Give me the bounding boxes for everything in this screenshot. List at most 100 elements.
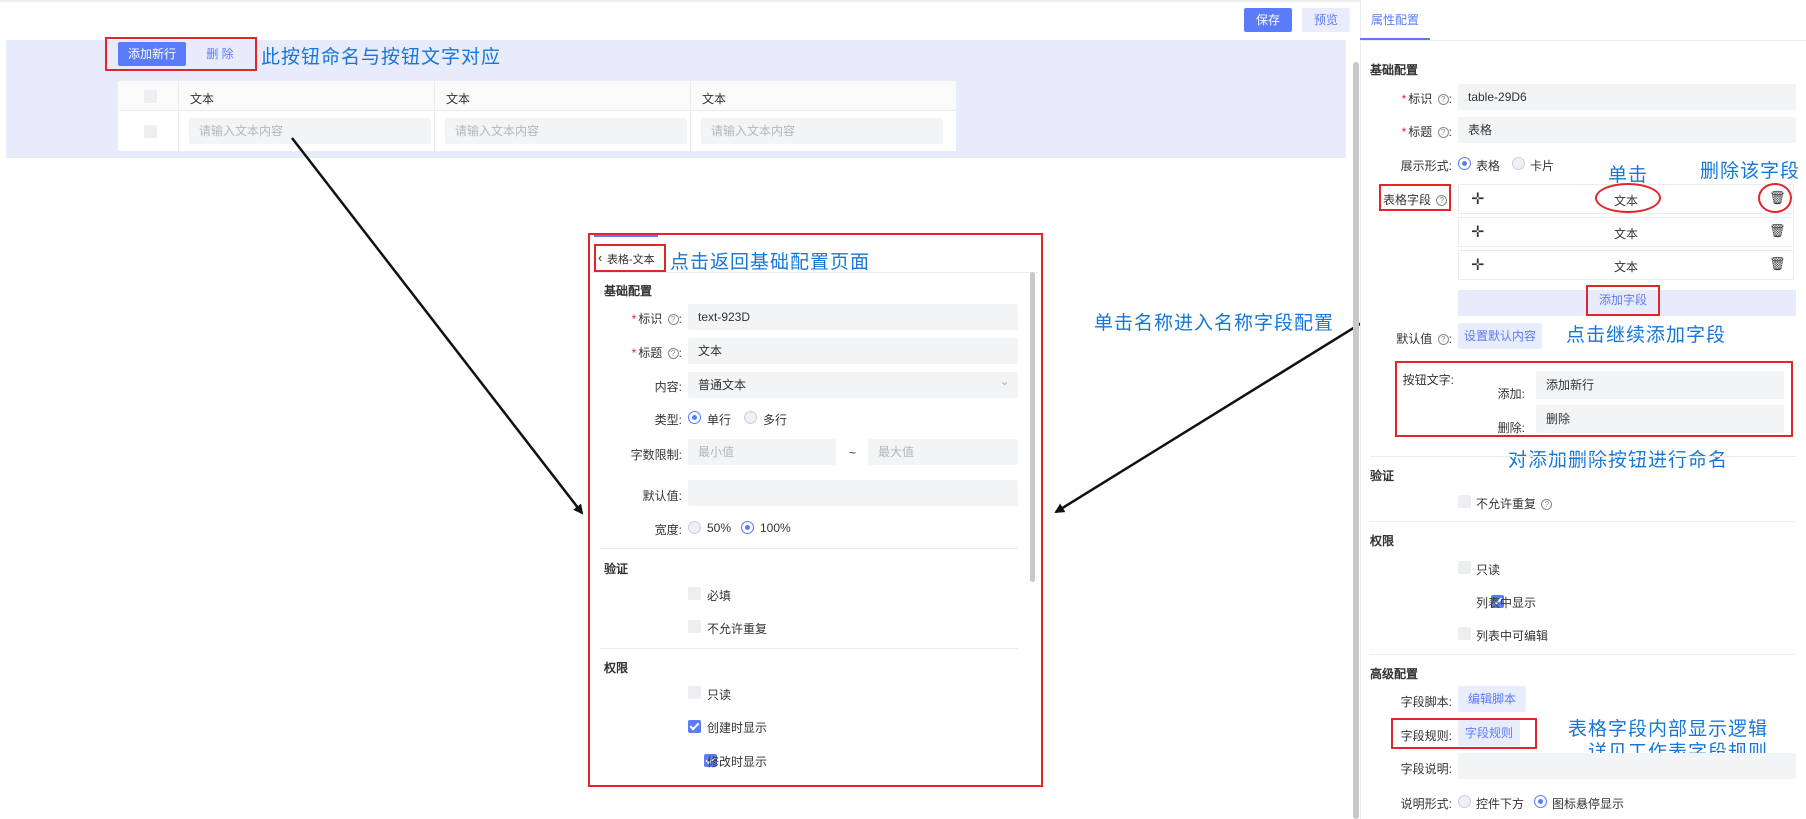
highlight-delete-icon [1758,183,1792,213]
readonly-checkbox[interactable] [688,686,701,699]
type-single-radio[interactable] [688,411,701,424]
trash-icon[interactable]: 🗑 [1769,223,1786,239]
drag-handle-icon[interactable]: ✛ [1471,189,1484,209]
display-table-label: 表格 [1476,159,1501,173]
add-text-input[interactable]: 添加新行 [1536,371,1784,399]
script-label: 字段脚本: [1400,695,1452,709]
required-checkbox[interactable] [688,587,701,600]
divider-perm [600,648,1018,649]
right-readonly-label: 只读 [1476,563,1501,577]
right-section-basic: 基础配置 [1370,63,1419,77]
right-divider-advanced [1370,654,1796,655]
right-no-duplicate-checkbox[interactable] [1458,495,1471,508]
edit-script-button[interactable]: 编辑脚本 [1458,686,1526,712]
desc-below-radio[interactable] [1458,795,1471,808]
display-card-label: 卡片 [1530,159,1555,173]
title-input[interactable]: 文本 [688,338,1018,364]
back-label: 表格-文本 [607,254,655,266]
type-multi-label: 多行 [763,413,788,427]
panel-scrollbar[interactable] [1030,272,1035,582]
width-50-radio[interactable] [688,521,701,534]
desc-label: 字段说明: [1400,762,1452,776]
tab-divider [1360,40,1806,41]
no-duplicate-label: 不允许重复 [707,622,768,636]
type-multi-radio[interactable] [744,411,757,424]
right-id-label: * 标识 ?: [1401,92,1452,106]
right-title-input[interactable]: 表格 [1458,117,1796,143]
right-readonly-checkbox[interactable] [1458,561,1471,574]
width-label: 宽度: [654,523,682,537]
width-100-label: 100% [760,521,791,535]
button-text-label: 按钮文字: [1402,373,1454,387]
default-input[interactable] [688,480,1018,506]
divider-validate [600,548,1018,549]
annotation-back: 点击返回基础配置页面 [670,252,871,273]
section-validate: 验证 [604,562,629,576]
id-input[interactable]: text-923D [688,304,1018,330]
add-field-button[interactable]: 添加字段 [1586,285,1660,316]
section-permission: 权限 [604,661,629,675]
drag-handle-icon[interactable]: ✛ [1471,255,1484,275]
default-label: 默认值: [642,489,682,503]
type-single-label: 单行 [707,413,732,427]
set-default-button[interactable]: 设置默认内容 [1458,323,1542,349]
id-label: * 标识 ?: [631,312,682,326]
title-label: * 标题 ?: [631,346,682,360]
annotation-delete-field: 删除该字段 [1700,161,1801,182]
display-table-radio[interactable] [1458,157,1471,170]
tab-property-config[interactable]: 属性配置 [1360,0,1430,40]
panel-tab-underline [594,235,658,237]
edit-in-list-label: 列表中可编辑 [1476,629,1549,643]
required-label: 必填 [707,589,732,603]
show-on-edit-label: 修改时显示 [707,755,768,769]
rule-label: 字段规则: [1400,729,1452,743]
drag-handle-icon[interactable]: ✛ [1471,222,1484,242]
readonly-label: 只读 [707,688,732,702]
desc-hover-label: 图标悬停显示 [1552,797,1625,811]
delete-text-input[interactable]: 删除 [1536,405,1784,433]
desc-hover-radio[interactable] [1534,795,1547,808]
right-id-input[interactable]: table-29D6 [1458,84,1796,110]
limit-label: 字数限制: [630,448,682,462]
width-50-label: 50% [707,521,732,535]
panel-header-divider [592,272,1038,273]
right-default-label: 默认值 ?: [1396,332,1452,346]
content-label: 内容: [654,380,682,394]
right-title-label: * 标题 ?: [1401,125,1452,139]
display-card-radio[interactable] [1512,157,1525,170]
field-name[interactable]: 文本 [1614,258,1638,275]
annotation-rename-buttons: 对添加删除按钮进行命名 [1508,450,1729,471]
field-rule-button[interactable]: 字段规则 [1458,720,1520,746]
field-name[interactable]: 文本 [1614,225,1638,242]
no-duplicate-checkbox[interactable] [688,620,701,633]
show-on-create-checkbox[interactable] [688,720,701,734]
chevron-left-icon: ‹ [598,250,603,265]
edit-in-list-checkbox[interactable] [1458,627,1471,640]
type-label: 类型: [654,413,682,427]
add-text-label: 添加: [1497,387,1525,401]
right-no-duplicate-label: 不允许重复 ? [1476,495,1553,512]
desc-form-label: 说明形式: [1400,797,1452,811]
right-section-permission: 权限 [1370,534,1395,548]
panel-left-scrollbar[interactable] [1353,62,1359,819]
limit-max-input[interactable]: 最大值 [868,439,1018,465]
display-label: 展示形式: [1400,159,1452,173]
annotation-single-click: 单击 [1608,165,1649,186]
content-select[interactable]: 普通文本 [688,372,1018,398]
right-section-validate: 验证 [1370,469,1395,483]
limit-separator: ~ [849,446,857,460]
limit-min-input[interactable]: 最小值 [688,439,836,465]
arrow-table-to-panel [291,137,584,515]
desc-input[interactable] [1458,753,1796,779]
highlight-field-name [1595,183,1661,213]
width-100-radio[interactable] [741,521,754,534]
chevron-down-icon: ⌄ [1000,376,1010,388]
annotation-click-name: 单击名称进入名称字段配置 [1094,313,1335,334]
annotation-continue-add: 点击继续添加字段 [1566,325,1727,346]
section-basic: 基础配置 [604,284,653,298]
right-divider-perm [1370,521,1796,522]
table-fields-label: 表格字段 ? [1383,191,1448,208]
desc-below-label: 控件下方 [1476,797,1525,811]
trash-icon[interactable]: 🗑 [1769,256,1786,272]
right-divider-validate [1370,456,1796,457]
